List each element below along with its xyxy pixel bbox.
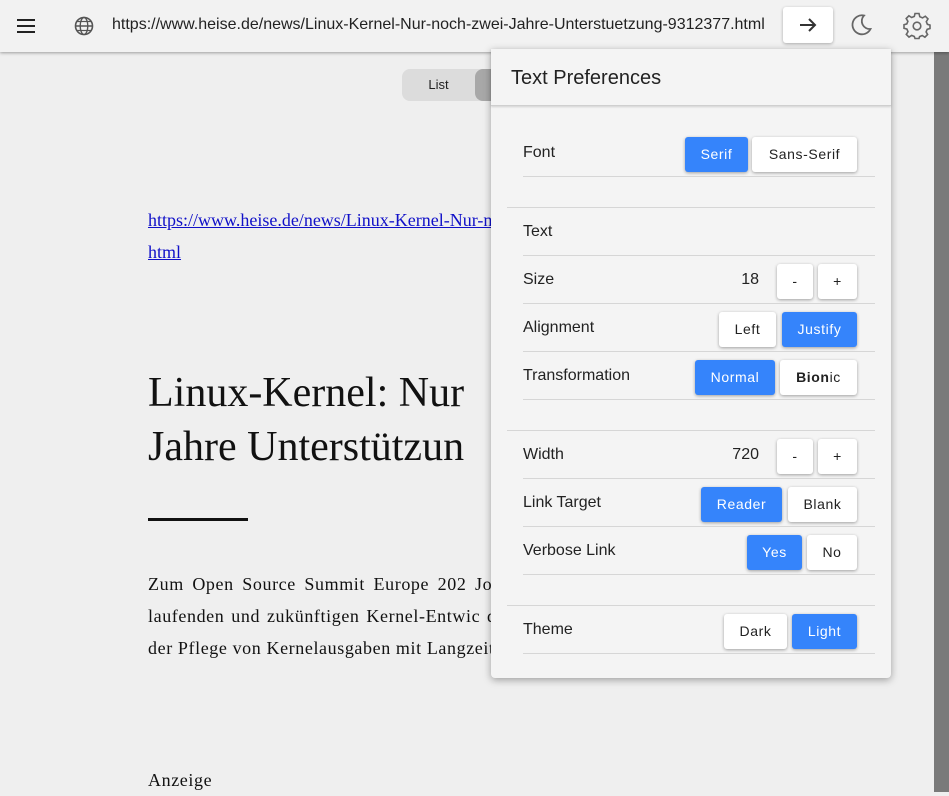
url-field[interactable]: https://www.heise.de/news/Linux-Kernel-N…: [112, 16, 765, 34]
moon-icon[interactable]: [848, 12, 874, 38]
transform-normal-button[interactable]: Normal: [695, 360, 775, 395]
text-preferences-panel: Text Preferences Font Serif Sans-Serif T…: [491, 49, 891, 678]
go-button[interactable]: [783, 7, 833, 43]
alignment-label: Alignment: [523, 319, 595, 336]
link-target-reader-button[interactable]: Reader: [701, 487, 782, 522]
font-sans-serif-button[interactable]: Sans-Serif: [752, 137, 857, 172]
theme-light-button[interactable]: Light: [792, 614, 857, 649]
bionic-bold-part: Bion: [796, 369, 830, 385]
width-row: Width 720 - +: [523, 431, 875, 479]
theme-label: Theme: [523, 621, 573, 638]
text-section-row: Text: [523, 208, 875, 256]
title-line-1: Linux-Kernel: Nur: [148, 370, 465, 416]
ad-label: Anzeige: [148, 770, 213, 790]
width-label: Width: [523, 446, 564, 463]
panel-header: Text Preferences: [491, 49, 891, 106]
size-value: 18: [741, 271, 759, 288]
bionic-rest-part: ic: [829, 369, 841, 385]
scrollbar[interactable]: [934, 52, 949, 792]
arrow-right-icon: [800, 18, 817, 32]
transformation-label: Transformation: [523, 367, 630, 384]
list-view-option[interactable]: List: [402, 69, 475, 101]
verbose-link-no-button[interactable]: No: [807, 535, 857, 570]
transform-bionic-button[interactable]: Bionic: [780, 360, 857, 395]
top-bar: https://www.heise.de/news/Linux-Kernel-N…: [0, 0, 949, 52]
text-section-label: Text: [523, 223, 553, 240]
title-line-2: Jahre Unterstützun: [148, 424, 465, 470]
verbose-link-row: Verbose Link Yes No: [523, 527, 875, 575]
transformation-row: Transformation Normal Bionic: [523, 352, 875, 400]
alignment-row: Alignment Left Justify: [523, 304, 875, 352]
link-target-blank-button[interactable]: Blank: [788, 487, 857, 522]
font-label: Font: [523, 144, 556, 161]
title-divider: [148, 518, 248, 521]
theme-row: Theme Dark Light: [523, 606, 875, 654]
globe-icon: [72, 14, 96, 38]
width-decrease-button[interactable]: -: [777, 439, 813, 474]
panel-title: Text Preferences: [511, 67, 662, 89]
font-row: Font Serif Sans-Serif: [523, 129, 875, 177]
gear-icon[interactable]: [903, 12, 931, 40]
link-target-label: Link Target: [523, 494, 601, 511]
size-decrease-button[interactable]: -: [777, 264, 813, 299]
verbose-link-yes-button[interactable]: Yes: [747, 535, 802, 570]
verbose-link-label: Verbose Link: [523, 542, 616, 559]
link-target-row: Link Target Reader Blank: [523, 479, 875, 527]
font-serif-button[interactable]: Serif: [685, 137, 748, 172]
theme-dark-button[interactable]: Dark: [724, 614, 787, 649]
width-value: 720: [732, 446, 759, 463]
size-increase-button[interactable]: +: [818, 264, 857, 299]
align-left-button[interactable]: Left: [719, 312, 776, 347]
width-increase-button[interactable]: +: [818, 439, 857, 474]
size-label: Size: [523, 271, 555, 288]
size-row: Size 18 - +: [523, 256, 875, 304]
menu-icon[interactable]: [14, 14, 38, 38]
align-justify-button[interactable]: Justify: [782, 312, 857, 347]
